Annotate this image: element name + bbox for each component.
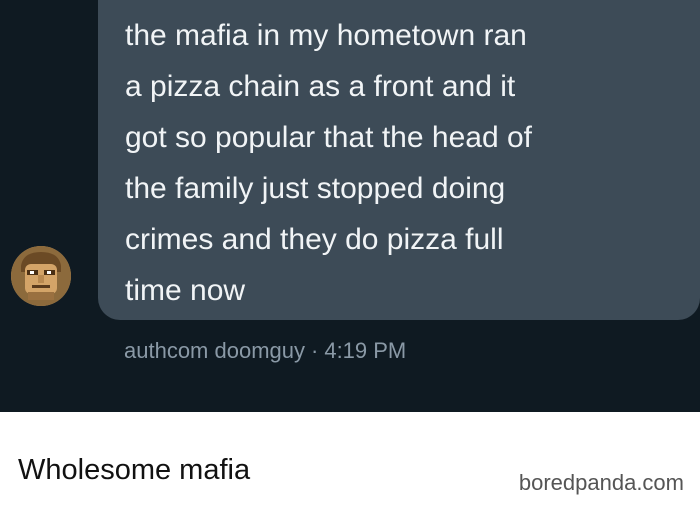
message-line: got so popular that the head of xyxy=(125,121,532,154)
caption-text: Wholesome mafia xyxy=(18,454,251,486)
message-line: a pizza chain as a front and it xyxy=(125,70,516,103)
avatar[interactable] xyxy=(11,246,71,306)
meta-separator: · xyxy=(311,338,319,363)
caption-area: Wholesome mafia boredpanda.com xyxy=(0,412,700,509)
message-line: time now xyxy=(125,274,246,307)
watermark: boredpanda.com xyxy=(518,470,684,495)
message-meta: authcom doomguy · 4:19 PM xyxy=(124,338,406,364)
chat-screenshot: the mafia in my hometown ran a pizza cha… xyxy=(0,0,700,412)
doomguy-face-icon xyxy=(11,246,71,306)
message-line: the mafia in my hometown ran xyxy=(125,19,527,52)
message-line: crimes and they do pizza full xyxy=(125,223,504,256)
author-name[interactable]: authcom doomguy xyxy=(124,338,305,364)
message-timestamp: 4:19 PM xyxy=(324,338,407,363)
message-line: the family just stopped doing xyxy=(125,172,506,205)
message-bubble: the mafia in my hometown ran a pizza cha… xyxy=(98,0,700,320)
